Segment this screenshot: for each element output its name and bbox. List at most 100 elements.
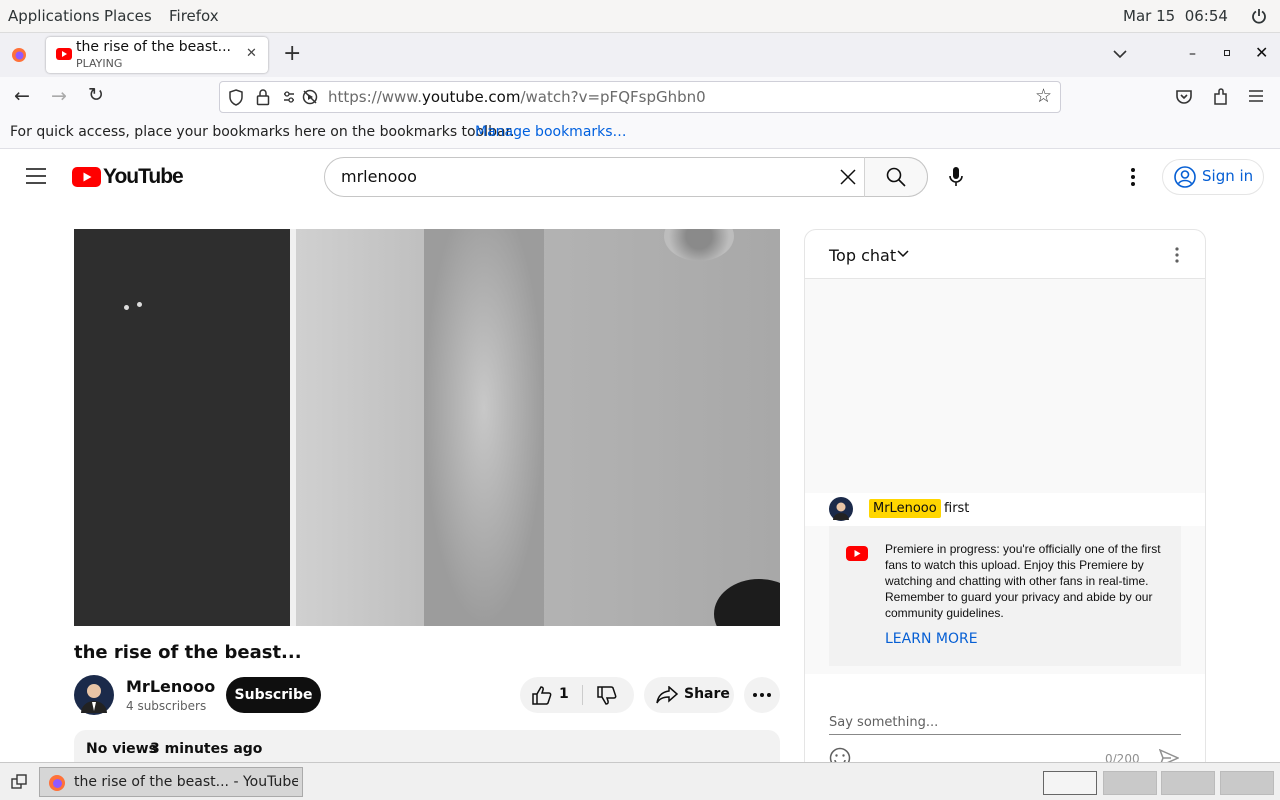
lock-icon[interactable]: [256, 88, 270, 106]
bookmark-star-icon[interactable]: ☆: [1035, 85, 1052, 107]
chat-mode-label: Top chat: [829, 246, 897, 265]
subscribe-label: Subscribe: [234, 687, 313, 703]
thumbs-up-icon: [532, 686, 552, 705]
thumbs-down-icon: [597, 686, 617, 705]
youtube-favicon-icon: [56, 48, 72, 60]
workspace-1[interactable]: [1043, 771, 1097, 795]
view-count: No views: [86, 741, 157, 757]
chat-input-area: Say something... 0/200: [805, 674, 1205, 762]
more-horizontal-icon: [753, 693, 771, 697]
app-menu-icon[interactable]: [1249, 90, 1263, 102]
emoji-icon[interactable]: [829, 747, 851, 762]
chat-input[interactable]: Say something...: [829, 715, 1181, 735]
chat-header: Top chat: [805, 230, 1205, 279]
tab-title: the rise of the beast... - YouTube: [76, 39, 236, 55]
message-author[interactable]: MrLenooo: [869, 499, 941, 518]
learn-more-link[interactable]: LEARN MORE: [885, 631, 978, 647]
minimize-icon[interactable]: –: [1189, 46, 1196, 62]
applications-menu[interactable]: Applications: [8, 7, 100, 25]
show-desktop-icon[interactable]: [11, 774, 27, 790]
premiere-notice-card: Premiere in progress: you're officially …: [829, 526, 1181, 666]
address-bar[interactable]: https://www.youtube.com/watch?v=pFQFspGh…: [219, 81, 1061, 113]
tab-youtube[interactable]: the rise of the beast... - YouTube PLAYI…: [46, 37, 268, 73]
sign-in-label: Sign in: [1202, 167, 1254, 185]
places-menu[interactable]: Places: [104, 7, 152, 25]
list-all-tabs-icon[interactable]: [1113, 49, 1127, 59]
video-dark-region: [74, 229, 294, 626]
forward-icon[interactable]: →: [51, 85, 67, 107]
chat-more-icon[interactable]: [1175, 247, 1179, 263]
more-actions-button[interactable]: [744, 677, 780, 713]
chat-message: MrLenooo first: [805, 493, 1205, 525]
url-text[interactable]: https://www.youtube.com/watch?v=pFQFspGh…: [328, 88, 706, 106]
workspace-4[interactable]: [1220, 771, 1274, 795]
taskbar: the rise of the beast... - YouTube —...: [0, 762, 1280, 800]
message-text: first: [944, 501, 970, 516]
clear-search-icon[interactable]: [840, 169, 856, 185]
search-input[interactable]: mrlenooo: [341, 167, 417, 186]
chat-messages-area: [805, 279, 1205, 493]
taskbar-window-title: the rise of the beast... - YouTube —...: [74, 774, 298, 790]
firefox-view-icon[interactable]: [11, 47, 27, 63]
video-dot: [137, 302, 142, 307]
close-tab-icon[interactable]: ✕: [246, 46, 257, 61]
system-top-bar: Applications Places Firefox Mar 15 06:54: [0, 0, 1280, 33]
firefox-icon: [49, 775, 65, 791]
like-dislike-group: 1: [520, 677, 634, 713]
clock[interactable]: Mar 15 06:54: [1123, 7, 1228, 25]
chevron-down-icon[interactable]: [897, 250, 909, 258]
permissions-autoplay-icon[interactable]: [282, 89, 320, 105]
description-box[interactable]: No views 3 minutes ago: [74, 730, 780, 762]
power-icon[interactable]: [1251, 8, 1267, 24]
bookmarks-toolbar: For quick access, place your bookmarks h…: [0, 117, 1280, 149]
channel-name[interactable]: MrLenooo: [126, 677, 215, 696]
video-ear-shape: [424, 229, 544, 626]
youtube-logo-text: YouTube: [103, 165, 184, 188]
video-title: the rise of the beast...: [74, 642, 302, 663]
workspace-2[interactable]: [1103, 771, 1157, 795]
search-button[interactable]: [864, 157, 928, 197]
maximize-icon[interactable]: [1224, 50, 1230, 56]
pocket-icon[interactable]: [1175, 89, 1193, 105]
upload-time: 3 minutes ago: [150, 741, 263, 757]
like-button[interactable]: 1: [520, 677, 582, 713]
chat-mode-selector[interactable]: Top chat: [829, 246, 896, 265]
back-icon[interactable]: ←: [14, 85, 30, 107]
channel-avatar[interactable]: [74, 675, 114, 715]
message-author-avatar: [829, 497, 853, 521]
sign-in-button[interactable]: Sign in: [1162, 159, 1264, 195]
microphone-icon[interactable]: [948, 166, 964, 188]
url-path: /watch?v=pFQFspGhbn0: [520, 88, 706, 106]
search-icon: [886, 167, 906, 187]
subscriber-count: 4 subscribers: [126, 699, 207, 713]
extensions-icon[interactable]: [1212, 88, 1228, 106]
tracking-protection-shield-icon[interactable]: [228, 89, 244, 106]
close-window-icon[interactable]: ✕: [1255, 43, 1268, 62]
char-counter: 0/200: [1105, 752, 1140, 762]
subscribe-button[interactable]: Subscribe: [226, 677, 321, 713]
share-button[interactable]: Share: [644, 677, 734, 713]
video-dot: [124, 305, 129, 310]
workspace-3[interactable]: [1161, 771, 1215, 795]
account-icon: [1174, 166, 1196, 188]
premiere-notice-text: Premiere in progress: you're officially …: [885, 542, 1161, 620]
guide-menu-icon[interactable]: [26, 168, 46, 184]
new-tab-button[interactable]: +: [283, 41, 301, 66]
like-count: 1: [559, 686, 569, 702]
youtube-logo-icon: [72, 167, 101, 187]
dislike-button[interactable]: [583, 677, 634, 713]
video-player[interactable]: [74, 229, 780, 626]
chat-notice-area: Premiere in progress: you're officially …: [805, 526, 1205, 674]
manage-bookmarks-link[interactable]: Manage bookmarks…: [475, 124, 627, 140]
url-prefix: https://www.: [328, 88, 422, 106]
youtube-page: YouTube mrlenooo Sign in the rise of the…: [0, 149, 1280, 762]
settings-more-icon[interactable]: [1131, 168, 1135, 186]
reload-icon[interactable]: ↻: [88, 84, 104, 106]
firefox-menu[interactable]: Firefox: [169, 7, 219, 25]
search-box: mrlenooo: [324, 157, 928, 197]
send-icon[interactable]: [1159, 749, 1179, 762]
taskbar-window-firefox[interactable]: the rise of the beast... - YouTube —...: [39, 767, 303, 797]
share-label: Share: [684, 686, 730, 702]
live-chat-panel: Top chat MrLenooo first Premiere in prog…: [804, 229, 1206, 762]
tab-playing-status: PLAYING: [76, 57, 123, 70]
